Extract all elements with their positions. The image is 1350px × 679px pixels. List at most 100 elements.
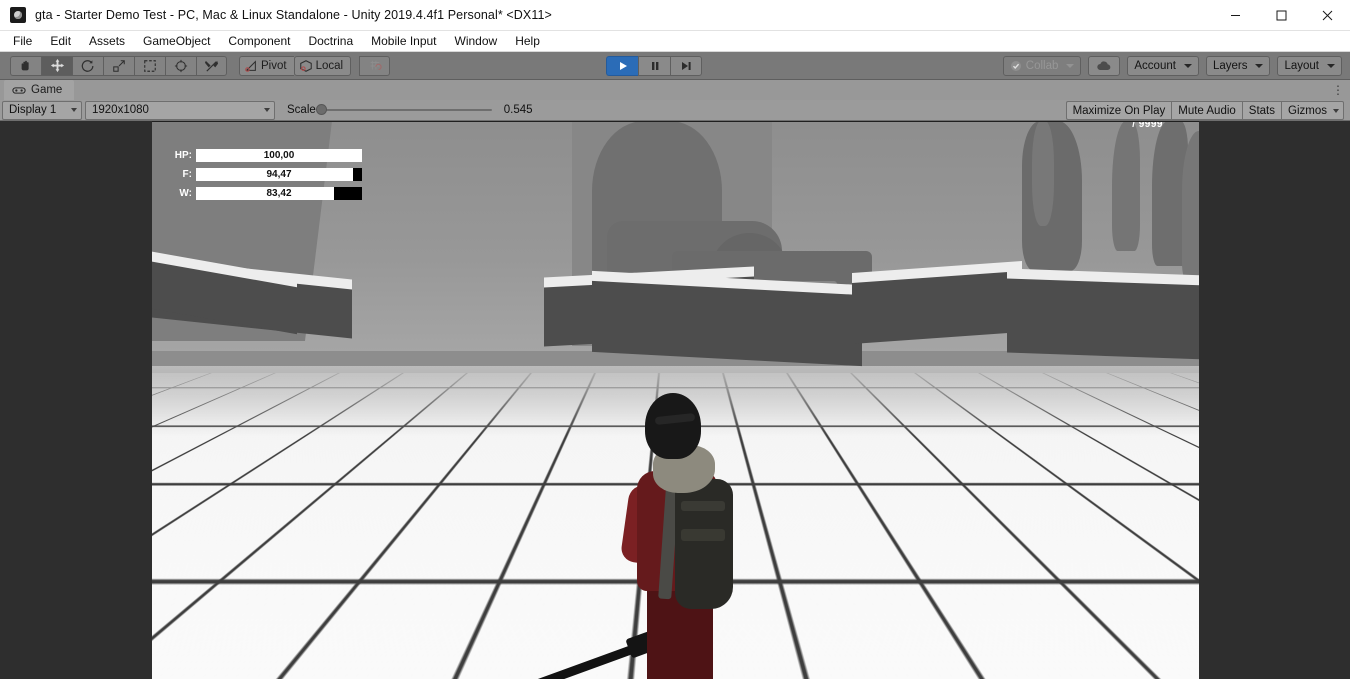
minimize-icon[interactable]	[1212, 0, 1258, 31]
scale-slider-handle[interactable]	[316, 104, 327, 115]
local-toggle[interactable]: Local	[294, 56, 352, 76]
scene-barrier-block	[1007, 278, 1199, 360]
layout-dropdown[interactable]: Layout	[1277, 56, 1342, 76]
viewport-top-edge	[152, 121, 1199, 122]
hud-bar-track-f: 94,47	[196, 168, 362, 181]
window-title: gta - Starter Demo Test - PC, Mac & Linu…	[35, 8, 552, 22]
scene-barrier-block	[592, 280, 862, 366]
pause-button[interactable]	[638, 56, 670, 76]
move-tool-button[interactable]	[41, 56, 72, 76]
grid-snap-group	[359, 56, 390, 76]
gizmos-button[interactable]: Gizmos	[1281, 101, 1344, 120]
transform-tools-group	[10, 56, 227, 76]
hud-bar-hp: HP: 100,00	[172, 149, 362, 162]
hand-tool-button[interactable]	[10, 56, 41, 76]
menu-item-gameobject[interactable]: GameObject	[134, 31, 219, 51]
layers-dropdown[interactable]: Layers	[1206, 56, 1271, 76]
menu-item-doctrina[interactable]: Doctrina	[299, 31, 362, 51]
gamepad-icon	[12, 86, 26, 95]
hud-bar-w: W: 83,42	[172, 187, 362, 200]
game-viewport[interactable]: / 9999 HP: 100,00 F: 94,47 W: 83,42	[152, 121, 1199, 679]
account-dropdown[interactable]: Account	[1127, 56, 1199, 76]
hud-label-w: W:	[172, 188, 192, 199]
panel-tab-strip: Game ⋮	[0, 80, 1350, 100]
transform-tool-button[interactable]	[165, 56, 196, 76]
menu-item-assets[interactable]: Assets	[80, 31, 134, 51]
account-label: Account	[1134, 60, 1176, 72]
scene-statue	[1112, 121, 1140, 251]
play-button[interactable]	[606, 56, 638, 76]
layers-label: Layers	[1213, 60, 1248, 72]
menu-item-file[interactable]: File	[4, 31, 41, 51]
hud-label-hp: HP:	[172, 150, 192, 161]
menu-bar: File Edit Assets GameObject Component Do…	[0, 31, 1350, 52]
hud-bar-track-hp: 100,00	[196, 149, 362, 162]
game-hud: HP: 100,00 F: 94,47 W: 83,42	[172, 149, 362, 206]
close-icon[interactable]	[1304, 0, 1350, 31]
more-options-icon[interactable]: ⋮	[1332, 82, 1344, 98]
letterbox-left	[0, 121, 152, 679]
scale-value: 0.545	[504, 104, 533, 116]
game-view-toolbar: Display 1 1920x1080 Scale 0.545 Maximize…	[0, 100, 1350, 121]
cloud-icon	[1096, 60, 1112, 72]
scene-statue	[1032, 121, 1054, 226]
stats-button[interactable]: Stats	[1242, 101, 1281, 120]
collab-label: Collab	[1026, 60, 1059, 72]
menu-item-window[interactable]: Window	[446, 31, 507, 51]
local-label: Local	[316, 60, 344, 72]
step-button[interactable]	[670, 56, 702, 76]
menu-item-help[interactable]: Help	[506, 31, 549, 51]
scene-barrier-block	[852, 270, 1022, 344]
scene-statue	[1182, 131, 1199, 281]
scale-control: Scale 0.545	[287, 104, 533, 116]
playback-controls	[606, 56, 702, 76]
unity-editor-window: gta - Starter Demo Test - PC, Mac & Linu…	[0, 0, 1350, 679]
cloud-button[interactable]	[1088, 56, 1120, 76]
window-controls	[1212, 0, 1350, 31]
maximize-on-play-button[interactable]: Maximize On Play	[1066, 101, 1172, 120]
hud-bar-f: F: 94,47	[172, 168, 362, 181]
scale-label: Scale	[287, 104, 316, 116]
player-character	[607, 393, 737, 679]
game-toolbar-right: Maximize On Play Mute Audio Stats Gizmos	[1066, 101, 1344, 120]
hud-value-w: 83,42	[196, 187, 362, 200]
player-head	[645, 393, 701, 459]
resolution-dropdown[interactable]: 1920x1080	[85, 101, 275, 120]
grid-snap-icon[interactable]	[359, 56, 390, 76]
hud-label-f: F:	[172, 169, 192, 180]
display-dropdown[interactable]: Display 1	[2, 101, 82, 120]
pivot-rotation-group: Pivot Local	[239, 56, 351, 76]
main-toolbar: Pivot Local Collab Account Layers Layout	[0, 52, 1350, 80]
pivot-toggle[interactable]: Pivot	[239, 56, 294, 76]
rotate-tool-button[interactable]	[72, 56, 103, 76]
display-label: Display 1	[9, 104, 56, 116]
unity-icon	[10, 7, 26, 23]
toolbar-right-group: Collab Account Layers Layout	[1003, 56, 1342, 76]
tab-game-label: Game	[31, 84, 62, 96]
menu-item-edit[interactable]: Edit	[41, 31, 80, 51]
maximize-icon[interactable]	[1258, 0, 1304, 31]
title-bar: gta - Starter Demo Test - PC, Mac & Linu…	[0, 0, 1350, 31]
chevron-down-icon	[71, 108, 77, 112]
custom-tools-button[interactable]	[196, 56, 227, 76]
scale-tool-button[interactable]	[103, 56, 134, 76]
ammo-counter: / 9999	[1132, 121, 1163, 130]
chevron-down-icon	[1184, 64, 1192, 68]
menu-item-mobile-input[interactable]: Mobile Input	[362, 31, 445, 51]
chevron-down-icon	[1255, 64, 1263, 68]
menu-item-component[interactable]: Component	[219, 31, 299, 51]
player-backpack	[675, 479, 733, 609]
chevron-down-icon	[1333, 109, 1339, 113]
scale-slider[interactable]	[320, 109, 492, 111]
gizmos-label: Gizmos	[1288, 105, 1327, 117]
rect-tool-button[interactable]	[134, 56, 165, 76]
collab-check-icon	[1010, 60, 1022, 72]
layout-label: Layout	[1284, 60, 1319, 72]
collab-button[interactable]: Collab	[1003, 56, 1082, 76]
mute-audio-button[interactable]: Mute Audio	[1171, 101, 1242, 120]
hud-bar-track-w: 83,42	[196, 187, 362, 200]
chevron-down-icon	[264, 108, 270, 112]
tab-game[interactable]: Game	[4, 80, 74, 100]
pivot-label: Pivot	[261, 60, 287, 72]
chevron-down-icon	[1066, 64, 1074, 68]
